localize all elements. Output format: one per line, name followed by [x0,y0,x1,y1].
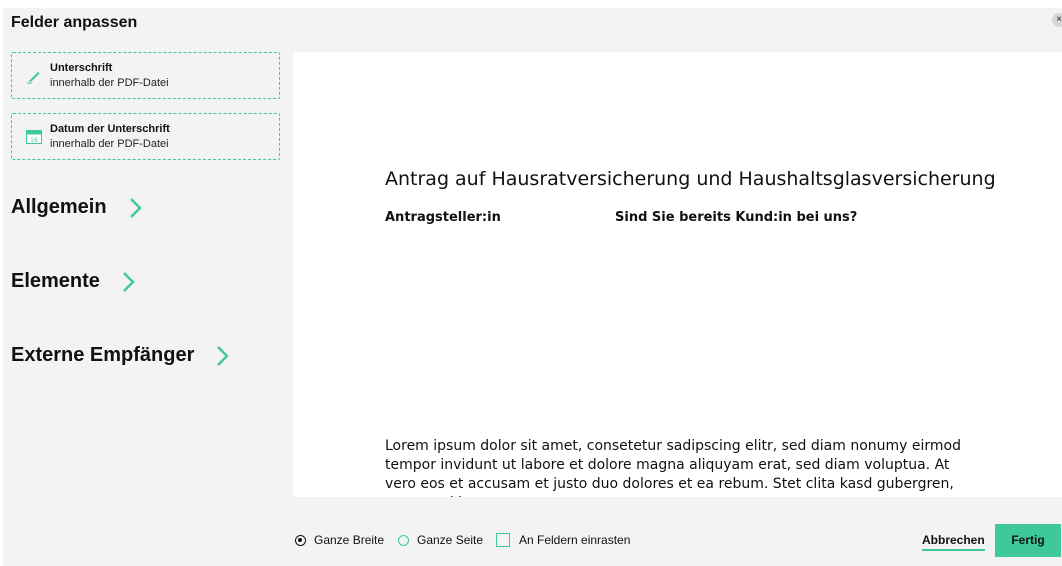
calendar-day-number: 16 [30,137,38,144]
option-snap-to-fields[interactable]: An Feldern einrasten [496,533,630,547]
signature-date-field-card[interactable]: 16 Datum der Unterschrift innerhalb der … [11,113,280,160]
calendar-icon: 16 [26,129,42,145]
section-general[interactable]: Allgemein [11,196,143,219]
snap-to-fields-label: An Feldern einrasten [519,533,631,547]
full-page-radio[interactable] [398,534,409,546]
close-button[interactable]: × [1052,13,1062,27]
signature-field-title: Unterschrift [50,62,113,74]
document-customer-question: Sind Sie bereits Kund:in bei uns? [615,210,858,225]
section-general-label: Allgemein [11,196,107,218]
section-external-recipients-label: Externe Empfänger [11,344,195,366]
chevron-right-icon [122,271,136,293]
section-external-recipients[interactable]: Externe Empfänger [11,344,230,367]
chevron-right-icon [216,345,230,367]
section-elements[interactable]: Elemente [11,270,136,293]
document-body-text: Lorem ipsum dolor sit amet, consetetur s… [385,438,961,497]
document-applicant-label: Antragsteller:in [385,210,501,225]
signature-date-field-subtitle: innerhalb der PDF-Datei [50,138,169,150]
pen-icon [26,68,42,84]
option-full-page[interactable]: Ganze Seite [398,533,483,547]
done-button[interactable]: Fertig [995,524,1061,557]
signature-field-card[interactable]: Unterschrift innerhalb der PDF-Datei [11,52,280,99]
document-preview[interactable]: Antrag auf Hausratversicherung und Haush… [293,52,1062,497]
snap-to-fields-checkbox[interactable] [496,533,510,547]
full-width-label: Ganze Breite [314,533,385,547]
signature-field-subtitle: innerhalb der PDF-Datei [50,77,169,89]
document-title: Antrag auf Hausratversicherung und Haush… [385,168,996,190]
chevron-right-icon [129,197,143,219]
signature-date-field-title: Datum der Unterschrift [50,123,170,135]
customize-fields-dialog: Felder anpassen × Unterschrift innerhalb… [3,8,1062,566]
full-page-label: Ganze Seite [417,533,484,547]
dialog-title: Felder anpassen [11,14,138,31]
full-width-radio[interactable] [295,534,306,546]
option-full-width[interactable]: Ganze Breite [295,533,384,547]
section-elements-label: Elemente [11,270,100,292]
cancel-button[interactable]: Abbrechen [922,533,985,551]
